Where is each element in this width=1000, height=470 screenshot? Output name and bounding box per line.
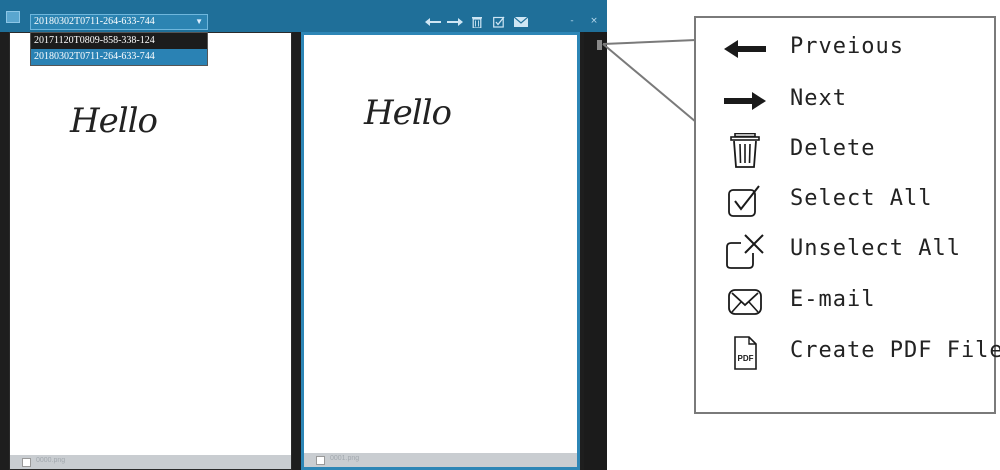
arrow-left-icon — [425, 18, 441, 26]
title-bar: 20180302T0711-264-633-744 ▼ - × — [0, 0, 607, 32]
pdf-file-icon: PDF — [722, 336, 768, 370]
legend-item-select-all: Select All — [696, 180, 996, 220]
delete-button[interactable] — [466, 13, 488, 31]
handwritten-text: Hello — [364, 93, 452, 133]
legend-item-next: Next — [696, 80, 996, 120]
legend-label: Create PDF File — [790, 338, 1000, 363]
svg-text:PDF: PDF — [738, 354, 754, 363]
screenshot-stage: 20180302T0711-264-633-744 ▼ - × Hello 00… — [0, 0, 1000, 470]
arrow-left-icon — [722, 32, 768, 66]
legend-label: Prveious — [790, 34, 904, 59]
legend-item-email: E-mail — [696, 281, 996, 321]
arrow-right-icon — [722, 84, 768, 118]
chevron-down-icon[interactable]: ▼ — [195, 15, 203, 29]
legend-item-previous: Prveious — [696, 28, 996, 68]
legend-label: Next — [790, 86, 847, 111]
legend-label: E-mail — [790, 287, 876, 312]
scrollbar[interactable] — [584, 32, 607, 470]
next-button[interactable] — [444, 13, 466, 31]
handwritten-text: Hello — [70, 101, 158, 141]
toolbar — [422, 13, 532, 31]
legend-label: Unselect All — [790, 236, 961, 261]
select-all-button[interactable] — [488, 13, 510, 31]
scrollbar-thumb[interactable] — [597, 40, 602, 50]
checkbox-checked-icon — [493, 16, 505, 28]
file-select-dropdown[interactable]: 20180302T0711-264-633-744 ▼ — [30, 14, 208, 30]
page-footer: 0000.png — [10, 455, 291, 469]
toolbar-legend: Prveious Next Delete Select All Unselect… — [694, 16, 1000, 414]
dropdown-option[interactable]: 20171120T0809-858-338-124 — [31, 33, 207, 49]
legend-item-create-pdf: PDF Create PDF File — [696, 332, 1000, 372]
page-select-checkbox[interactable] — [316, 456, 325, 465]
dropdown-option-selected[interactable]: 20180302T0711-264-633-744 — [31, 49, 207, 65]
legend-label: Select All — [790, 186, 933, 211]
close-button[interactable]: × — [586, 13, 602, 29]
arrow-right-icon — [447, 18, 463, 26]
viewer-window: 20180302T0711-264-633-744 ▼ - × Hello 00… — [0, 0, 607, 470]
minimize-button[interactable]: - — [564, 13, 580, 29]
checkbox-x-icon — [722, 234, 768, 269]
checkbox-checked-icon — [722, 184, 768, 218]
envelope-icon — [722, 285, 768, 319]
legend-item-delete: Delete — [696, 130, 996, 170]
page-pane-previous[interactable]: Hello 0000.png — [9, 32, 292, 470]
file-select-value: 20180302T0711-264-633-744 — [34, 16, 155, 27]
envelope-icon — [514, 17, 528, 27]
trash-icon — [722, 133, 768, 168]
page-pane-current[interactable]: Hello 0001.png — [301, 32, 580, 470]
email-button[interactable] — [510, 13, 532, 31]
page-select-checkbox[interactable] — [22, 458, 31, 467]
page-filename: 0001.png — [330, 455, 360, 462]
legend-label: Delete — [790, 136, 876, 161]
trash-icon — [472, 17, 482, 28]
previous-button[interactable] — [422, 13, 444, 31]
app-icon — [6, 11, 20, 23]
file-dropdown-list: 20171120T0809-858-338-124 20180302T0711-… — [30, 32, 208, 66]
page-filename: 0000.png — [36, 457, 66, 464]
page-footer: 0001.png — [304, 453, 577, 467]
legend-item-unselect-all: Unselect All — [696, 230, 996, 270]
